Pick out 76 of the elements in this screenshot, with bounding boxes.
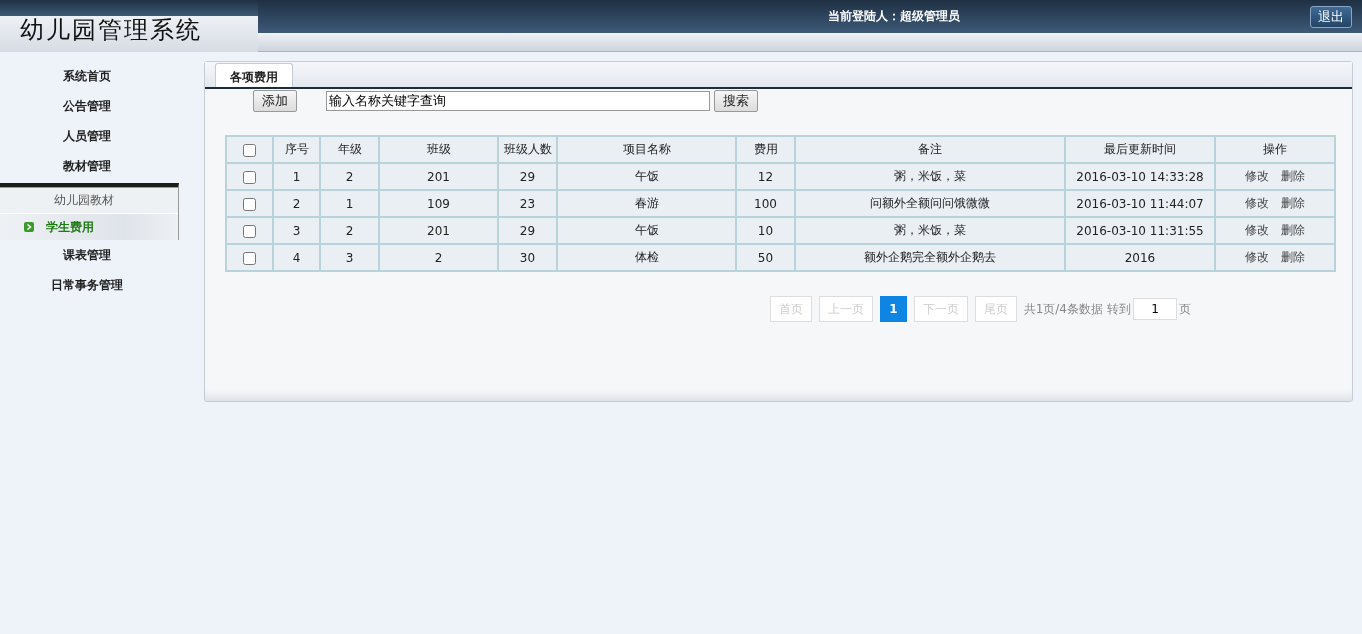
action-link[interactable]: 修改 xyxy=(1245,249,1269,266)
table-cell: 30 xyxy=(519,250,536,265)
row-checkbox[interactable] xyxy=(243,251,256,265)
column-header: 班级 xyxy=(426,142,451,156)
logo-text: 幼儿园管理系统 xyxy=(19,15,202,46)
row-checkbox[interactable] xyxy=(243,170,256,184)
table-cell: 2 xyxy=(345,223,354,238)
column-header: 费用 xyxy=(753,142,778,156)
table-cell: 3 xyxy=(292,223,301,238)
table-cell: 1 xyxy=(345,196,354,211)
menu-item[interactable]: 公告管理 xyxy=(0,91,203,121)
table-cell: 春游 xyxy=(634,196,659,210)
table-cell: 201 xyxy=(427,169,450,184)
row-checkbox[interactable] xyxy=(243,197,256,211)
table-cell: 50 xyxy=(757,250,774,265)
action-link[interactable]: 删除 xyxy=(1281,249,1305,266)
table-cell: 午饭 xyxy=(634,223,659,237)
column-header: 序号 xyxy=(284,142,309,156)
column-header: 班级人数 xyxy=(503,142,552,156)
menu-item[interactable]: 日常事务管理 xyxy=(0,270,203,300)
table-cell: 2016 xyxy=(1124,250,1156,265)
table-cell: 1 xyxy=(292,169,301,184)
arrow-icon xyxy=(24,222,34,232)
table-cell: 29 xyxy=(519,223,536,238)
search-button[interactable]: 搜索 xyxy=(714,90,758,112)
menu-item[interactable]: 人员管理 xyxy=(0,121,203,151)
page-summary: 共1页/4条数据 xyxy=(1023,300,1103,318)
action-link[interactable]: 修改 xyxy=(1245,168,1269,185)
goto-label: 转到 xyxy=(1107,300,1131,318)
table-cell: 201 xyxy=(427,223,450,238)
submenu-item[interactable]: 幼儿园教材 xyxy=(0,187,178,213)
column-header: 最后更新时间 xyxy=(1104,142,1176,156)
column-header: 操作 xyxy=(1263,142,1287,156)
row-checkbox[interactable] xyxy=(243,224,256,238)
login-label: 当前登陆人： xyxy=(828,8,900,25)
table-cell: 100 xyxy=(754,196,777,211)
menu-item[interactable]: 教材管理 xyxy=(0,151,203,181)
table-cell: 2016-03-10 14:33:28 xyxy=(1076,169,1204,184)
submenu-item[interactable]: 学生费用 xyxy=(0,213,178,240)
table-cell: 3 xyxy=(345,250,354,265)
table-cell: 12 xyxy=(757,169,774,184)
column-header: 备注 xyxy=(918,142,942,156)
table-cell: 109 xyxy=(427,196,450,211)
page-number-button[interactable]: 1 xyxy=(880,296,907,322)
action-link[interactable]: 删除 xyxy=(1281,195,1305,212)
logout-button[interactable]: 退出 xyxy=(1310,5,1352,28)
action-link[interactable]: 删除 xyxy=(1281,222,1305,239)
table-cell: 2 xyxy=(434,250,443,265)
goto-page-field[interactable]: 1 xyxy=(1133,298,1177,320)
add-button[interactable]: 添加 xyxy=(253,90,297,112)
table-cell: 2 xyxy=(345,169,354,184)
table-cell: 额外企鹅完全额外企鹅去 xyxy=(864,250,996,264)
action-link[interactable]: 删除 xyxy=(1281,168,1305,185)
table-cell: 4 xyxy=(292,250,301,265)
page-suffix: 页 xyxy=(1179,300,1191,318)
table-cell: 午饭 xyxy=(634,169,659,183)
table-cell: 2 xyxy=(292,196,301,211)
action-link[interactable]: 修改 xyxy=(1245,222,1269,239)
table-cell: 问额外全额问问饿微微 xyxy=(870,196,990,210)
menu-item[interactable]: 课表管理 xyxy=(0,240,203,270)
column-header: 年级 xyxy=(337,142,362,156)
select-all-checkbox[interactable] xyxy=(243,143,256,157)
table-cell: 10 xyxy=(757,223,774,238)
action-link[interactable]: 修改 xyxy=(1245,195,1269,212)
table-cell: 23 xyxy=(519,196,536,211)
table-cell: 29 xyxy=(519,169,536,184)
table-cell: 粥，米饭，菜 xyxy=(894,223,966,237)
table-cell: 2016-03-10 11:44:07 xyxy=(1076,196,1204,211)
table-cell: 体检 xyxy=(634,250,659,264)
tab[interactable]: 各项费用 xyxy=(215,63,293,87)
column-header: 项目名称 xyxy=(622,142,671,156)
table-cell: 2016-03-10 11:31:55 xyxy=(1076,223,1204,238)
table-cell: 粥，米饭，菜 xyxy=(894,169,966,183)
menu-item[interactable]: 系统首页 xyxy=(0,61,203,91)
search-field[interactable]: 输入名称关键字查询 xyxy=(326,91,710,111)
login-user: 超级管理员 xyxy=(900,8,960,25)
